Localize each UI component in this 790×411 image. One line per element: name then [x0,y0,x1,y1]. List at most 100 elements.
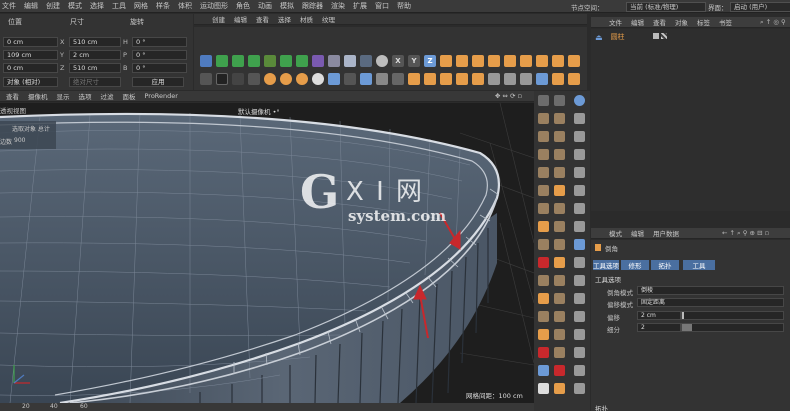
weld-icon[interactable] [538,239,549,250]
tool-icon[interactable] [554,383,565,394]
tool-icon[interactable] [554,239,565,250]
rotation-p-field[interactable]: 0 ° [132,49,187,60]
soft-select-icon[interactable] [568,55,580,67]
cube-icon[interactable] [200,55,212,67]
rotate-icon[interactable] [440,73,452,85]
menu-select-2[interactable]: 选择 [278,14,291,24]
position-x-field[interactable]: 0 cm [3,36,58,47]
render-region-icon[interactable] [200,73,212,85]
menu-mode[interactable]: 模式 [68,1,82,11]
uv-icon[interactable] [376,73,388,85]
tab-tool[interactable]: 工具 [683,260,715,270]
bevel-icon[interactable] [538,149,549,160]
size-y-field[interactable]: 2 cm [69,49,121,60]
tab-tool-options[interactable]: 工具选项 [593,260,619,270]
side-tool-icon[interactable] [574,383,585,394]
floor-icon[interactable] [344,55,356,67]
radiation-icon[interactable] [554,185,565,196]
camera-icon[interactable] [360,55,372,67]
menu-mesh[interactable]: 网格 [134,1,148,11]
mograph-icon[interactable] [296,55,308,67]
vp-menu-panel[interactable]: 面板 [123,91,136,101]
size-z-field[interactable]: 510 cm [69,62,121,73]
dissolve-icon[interactable] [538,311,549,322]
side-tool-icon[interactable] [574,239,585,250]
brush-icon[interactable] [538,131,549,142]
axis-modify-icon[interactable] [312,73,324,85]
offset-slider[interactable] [681,311,784,320]
lasso-select-icon[interactable] [488,73,500,85]
tool-icon[interactable] [538,95,549,106]
magnet-icon[interactable] [538,221,549,232]
sculpt-icon[interactable] [344,73,356,85]
tool-icon[interactable] [554,257,565,268]
tool-icon[interactable] [554,221,565,232]
am-menu-mode[interactable]: 模式 [609,228,622,238]
side-tool-icon[interactable] [574,221,585,232]
menu-create[interactable]: 创建 [46,1,60,11]
side-tool-icon[interactable] [574,365,585,376]
offset-mode-dropdown[interactable]: 固定距离 [637,298,784,307]
undo-icon[interactable] [392,73,404,85]
menu-material[interactable]: 材质 [300,14,313,24]
visibility-dot-icon[interactable] [653,33,659,39]
tool-icon[interactable] [554,167,565,178]
menu-character[interactable]: 角色 [236,1,250,11]
edit-render-icon[interactable] [248,73,260,85]
rotation-b-field[interactable]: 0 ° [132,62,187,73]
am-nav-icons[interactable]: ← ↑ ⌕ ⚲ ⊕ ⊟ ▫ [722,229,769,238]
menu-edit[interactable]: 编辑 [24,1,38,11]
polygon-mode-icon[interactable] [488,55,500,67]
side-tool-icon[interactable] [574,257,585,268]
menu-window[interactable]: 窗口 [375,1,389,11]
tab-shaping[interactable]: 修形 [621,260,649,270]
apply-button[interactable]: 应用 [132,76,184,87]
menu-animate[interactable]: 动画 [258,1,272,11]
scale-icon[interactable] [424,73,436,85]
object-mode-icon[interactable] [520,73,532,85]
size-mode-dropdown[interactable]: 绝对尺寸 [69,76,121,87]
edges-icon[interactable] [552,73,564,85]
side-tool-icon[interactable] [574,311,585,322]
side-tool-icon[interactable] [574,185,585,196]
size-x-field[interactable]: 510 cm [69,36,121,47]
texture-mode-icon[interactable] [536,55,548,67]
menu-mograph[interactable]: 运动图形 [200,1,228,11]
am-menu-edit[interactable]: 编辑 [631,228,644,238]
iron-icon[interactable] [538,257,549,268]
vp-menu-display[interactable]: 显示 [57,91,70,101]
tool-icon[interactable] [554,275,565,286]
coord-mode-dropdown[interactable]: 对象 (相对) [3,76,58,87]
menu-spline[interactable]: 样条 [156,1,170,11]
menu-edit-2[interactable]: 编辑 [234,14,247,24]
side-tool-icon[interactable] [574,149,585,160]
om-menu-tags[interactable]: 标签 [697,17,710,27]
phong-tag-icon[interactable] [661,33,667,39]
light-icon[interactable] [376,55,388,67]
tool-icon[interactable] [554,347,565,358]
tool-icon[interactable] [554,311,565,322]
rotation-h-field[interactable]: 0 ° [132,36,187,47]
model-mode-icon[interactable] [520,55,532,67]
menu-render[interactable]: 渲染 [331,1,345,11]
side-tool-icon[interactable] [574,329,585,340]
points-icon[interactable] [536,73,548,85]
menu-volume[interactable]: 体积 [178,1,192,11]
menu-help[interactable]: 帮助 [397,1,411,11]
polygons-icon[interactable] [568,73,580,85]
coord-system-icon[interactable] [440,55,452,67]
tool-icon[interactable] [554,203,565,214]
bridge-icon[interactable] [538,185,549,196]
paint-icon[interactable] [328,73,340,85]
om-search-icon[interactable]: ⌕ ↑ ◎ ⚲ [760,18,786,27]
node-space-dropdown[interactable]: 当前 (标准/物理) [626,2,706,12]
side-tool-icon[interactable] [574,275,585,286]
tool-icon[interactable] [554,365,565,376]
tool-icon[interactable] [554,113,565,124]
loop-icon[interactable] [538,203,549,214]
move-icon[interactable] [408,73,420,85]
side-tool-icon[interactable] [574,293,585,304]
side-tool-icon[interactable] [574,131,585,142]
menu-view-2[interactable]: 查看 [256,14,269,24]
extrude-icon[interactable] [538,167,549,178]
